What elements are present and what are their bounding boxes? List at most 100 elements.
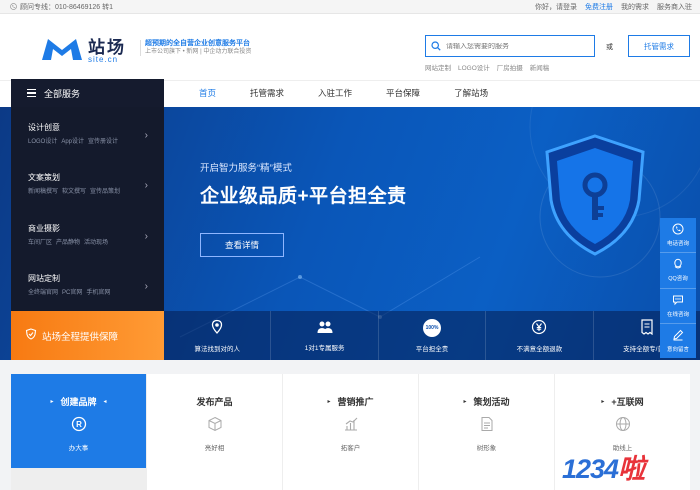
- category-sub-link[interactable]: 宣传品策划: [90, 186, 120, 195]
- login-link[interactable]: 你好，请登录: [535, 2, 577, 12]
- search-icon[interactable]: [426, 41, 446, 51]
- or-label: 或: [606, 44, 613, 51]
- category-sub-link[interactable]: 产品静物: [56, 237, 80, 246]
- card-desc: 办大事: [68, 445, 89, 452]
- caret-left-icon: ◂: [103, 399, 107, 405]
- site-logo[interactable]: 站场 site.cn: [40, 36, 126, 67]
- chart-icon: [343, 416, 359, 437]
- category-copywriting[interactable]: 文案策划 新闻稿撰写 软文撰写 宣传品策划 ›: [11, 172, 164, 222]
- card-title: 营销推广: [337, 397, 374, 407]
- card-title: 发布产品: [196, 397, 233, 407]
- menu-icon: [27, 89, 36, 97]
- logo-mark-icon: [40, 36, 84, 67]
- hero-title: 企业级品质+平台担全责: [200, 186, 407, 207]
- category-title: 商业摄影: [28, 224, 60, 233]
- shield-check-icon: [25, 328, 37, 343]
- qq-consult-button[interactable]: QQ咨询: [660, 253, 696, 289]
- nav-item-about[interactable]: 了解站场: [437, 80, 505, 107]
- feature-item: 1对1专属服务: [270, 311, 377, 360]
- caret-right-icon: ▸: [463, 399, 467, 405]
- search-box: [425, 35, 595, 57]
- invoice-icon: [640, 318, 654, 337]
- globe-icon: [615, 416, 631, 437]
- tool-label: QQ咨询: [668, 276, 688, 283]
- hotword-link[interactable]: 厂房拍摄: [497, 62, 523, 72]
- guarantee-banner[interactable]: 站场全程提供保障: [11, 311, 164, 360]
- category-design[interactable]: 设计创意 LOGO设计 App设计 宣传册设计 ›: [11, 122, 164, 172]
- caret-right-icon: ▸: [327, 399, 331, 405]
- hotword-link[interactable]: 新闻稿: [530, 62, 550, 72]
- service-card-product[interactable]: 发布产品 亮好相: [147, 374, 282, 490]
- category-sub-link[interactable]: App设计: [61, 136, 84, 145]
- category-sub-link[interactable]: 全终端官网: [28, 287, 58, 296]
- hotword-link[interactable]: LOGO设计: [458, 62, 490, 72]
- feature-label: 1对1专属服务: [304, 344, 345, 352]
- service-card-event[interactable]: ▸ 策划活动 树形象: [419, 374, 554, 490]
- card-title: 创建品牌: [60, 397, 97, 407]
- category-sub-link[interactable]: 新闻稿撰写: [28, 186, 58, 195]
- category-sub-link[interactable]: 车间厂区: [28, 237, 52, 246]
- caret-right-icon: ▸: [50, 399, 54, 405]
- slogan: 超预期的全自营企业创意服务平台 上市公司旗下 • 新网 | 中企动力联合投资: [140, 40, 251, 57]
- card-desc: 亮好相: [204, 445, 225, 452]
- feature-label: 不满意全额退款: [516, 345, 563, 353]
- category-sub-link[interactable]: 活动现场: [84, 237, 108, 246]
- tool-label: 电话咨询: [666, 241, 689, 248]
- view-details-button[interactable]: 查看详情: [200, 233, 284, 257]
- nav-item-home[interactable]: 首页: [182, 80, 233, 107]
- service-card-brand[interactable]: ▸ 创建品牌 ◂ R 办大事: [11, 374, 146, 468]
- yen-icon: [531, 319, 547, 337]
- logo-name: 站场: [88, 38, 126, 57]
- nav-item-guarantee[interactable]: 平台保障: [369, 80, 437, 107]
- service-card-marketing[interactable]: ▸ 营销推广 拓客户: [283, 374, 418, 490]
- nav-item-post-request[interactable]: 托管需求: [233, 80, 301, 107]
- feature-item: 算法找到对的人: [164, 311, 270, 360]
- watermark-logo: 1234啦: [562, 447, 645, 486]
- register-link[interactable]: 免费注册: [585, 2, 613, 12]
- header: 站场 site.cn 超预期的全自营企业创意服务平台 上市公司旗下 • 新网 |…: [0, 14, 700, 80]
- hotword-link[interactable]: 网站定制: [425, 62, 451, 72]
- chevron-right-icon: ›: [144, 231, 148, 242]
- category-sub-link[interactable]: 手机官网: [86, 287, 110, 296]
- category-sub-link[interactable]: 软文撰写: [62, 186, 86, 195]
- feature-label: 算法找到对的人: [194, 345, 240, 353]
- online-consult-button[interactable]: 在线咨询: [660, 289, 696, 324]
- feature-item: 不满意全额退款: [485, 311, 592, 360]
- hot-keywords: 网站定制 LOGO设计 厂房拍摄 新闻稿: [425, 62, 549, 72]
- category-sub-link[interactable]: LOGO设计: [28, 136, 57, 145]
- guarantee-text: 站场全程提供保障: [42, 331, 119, 343]
- chat-icon: [672, 294, 684, 308]
- category-title: 设计创意: [28, 123, 60, 132]
- provider-join-link[interactable]: 服务商入驻: [657, 2, 692, 12]
- document-icon: [479, 416, 495, 437]
- card-title: 策划活动: [473, 397, 510, 407]
- hero-subtitle: 开启智力服务“精”模式: [200, 163, 292, 174]
- search-input[interactable]: [446, 42, 586, 50]
- phone-icon: [10, 2, 17, 12]
- chevron-right-icon: ›: [144, 180, 148, 191]
- hotline: 顾问专线：010-86469126 转1: [10, 2, 113, 12]
- qq-icon: [672, 258, 684, 272]
- feature-label: 平台担全责: [415, 345, 449, 353]
- category-sub-link[interactable]: PC官网: [62, 287, 82, 296]
- team-icon: [316, 320, 334, 336]
- leave-message-button[interactable]: 意向留言: [660, 324, 696, 358]
- tool-label: 在线咨询: [666, 311, 689, 318]
- nav-item-join[interactable]: 入驻工作: [301, 80, 369, 107]
- all-services-toggle[interactable]: 全部服务: [11, 79, 164, 107]
- logo-domain: site.cn: [88, 55, 119, 64]
- category-title: 文案策划: [28, 173, 60, 182]
- location-icon: [209, 319, 225, 337]
- card-desc: 拓客户: [340, 445, 361, 452]
- phone-consult-button[interactable]: 电话咨询: [660, 218, 696, 254]
- all-services-label: 全部服务: [44, 88, 81, 99]
- chevron-right-icon: ›: [144, 130, 148, 141]
- registered-icon: R: [71, 416, 87, 437]
- top-bar: 顾问专线：010-86469126 转1 你好，请登录 免费注册 我的需求 服务…: [0, 0, 700, 14]
- category-photography[interactable]: 商业摄影 车间厂区 产品静物 活动现场 ›: [11, 223, 164, 273]
- category-sub-link[interactable]: 宣传册设计: [88, 136, 118, 145]
- post-request-button[interactable]: 托管需求: [628, 35, 690, 57]
- box-icon: [207, 416, 223, 437]
- my-requests-link[interactable]: 我的需求: [621, 2, 649, 12]
- hotline-text: 顾问专线：010-86469126 转1: [20, 4, 113, 11]
